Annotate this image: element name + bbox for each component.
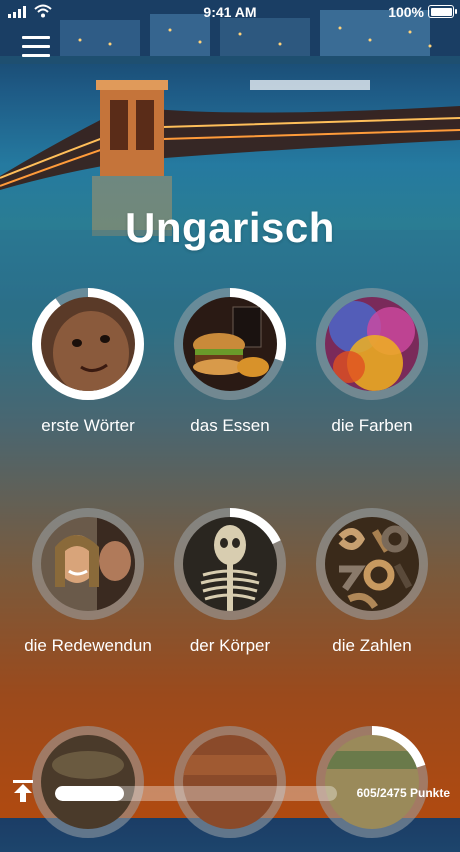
category-label: die Farben [331, 416, 413, 435]
category-tile[interactable]: der Körper [158, 508, 302, 658]
category-image [183, 297, 277, 391]
category-image [183, 517, 277, 611]
category-tile[interactable]: die Farben [300, 288, 444, 438]
points-text: 605/2475 Punkte [356, 786, 450, 800]
upload-arrow-icon[interactable] [12, 778, 34, 804]
category-label: erste Wörter [41, 416, 135, 435]
battery-percentage: 100% [388, 4, 424, 20]
progress-ring [32, 288, 144, 400]
points-progress-fill [55, 786, 124, 801]
status-bar: 9:41 AM 100% [0, 0, 460, 24]
hamburger-menu-icon[interactable] [22, 36, 50, 58]
category-label: der Körper [189, 636, 271, 655]
battery-icon [428, 5, 457, 18]
progress-ring [316, 508, 428, 620]
category-tile[interactable]: erste Wörter [16, 288, 160, 438]
category-label: das Essen [190, 416, 270, 435]
bottom-bar: 605/2475 Punkte [0, 768, 460, 818]
category-image [325, 517, 419, 611]
category-image [325, 297, 419, 391]
progress-ring [174, 288, 286, 400]
points-progress-bar [55, 786, 337, 801]
category-label: die Redewendun [24, 636, 152, 655]
category-image [41, 517, 135, 611]
category-tile[interactable]: die Zahlen [300, 508, 444, 658]
hero-image [0, 0, 460, 300]
page-title: Ungarisch [125, 204, 335, 251]
progress-ring [316, 288, 428, 400]
category-tile[interactable]: die Redewendun [16, 508, 160, 658]
progress-ring [32, 508, 144, 620]
progress-ring [174, 508, 286, 620]
category-tile[interactable]: das Essen [158, 288, 302, 438]
category-image [41, 297, 135, 391]
category-label: die Zahlen [332, 636, 412, 655]
